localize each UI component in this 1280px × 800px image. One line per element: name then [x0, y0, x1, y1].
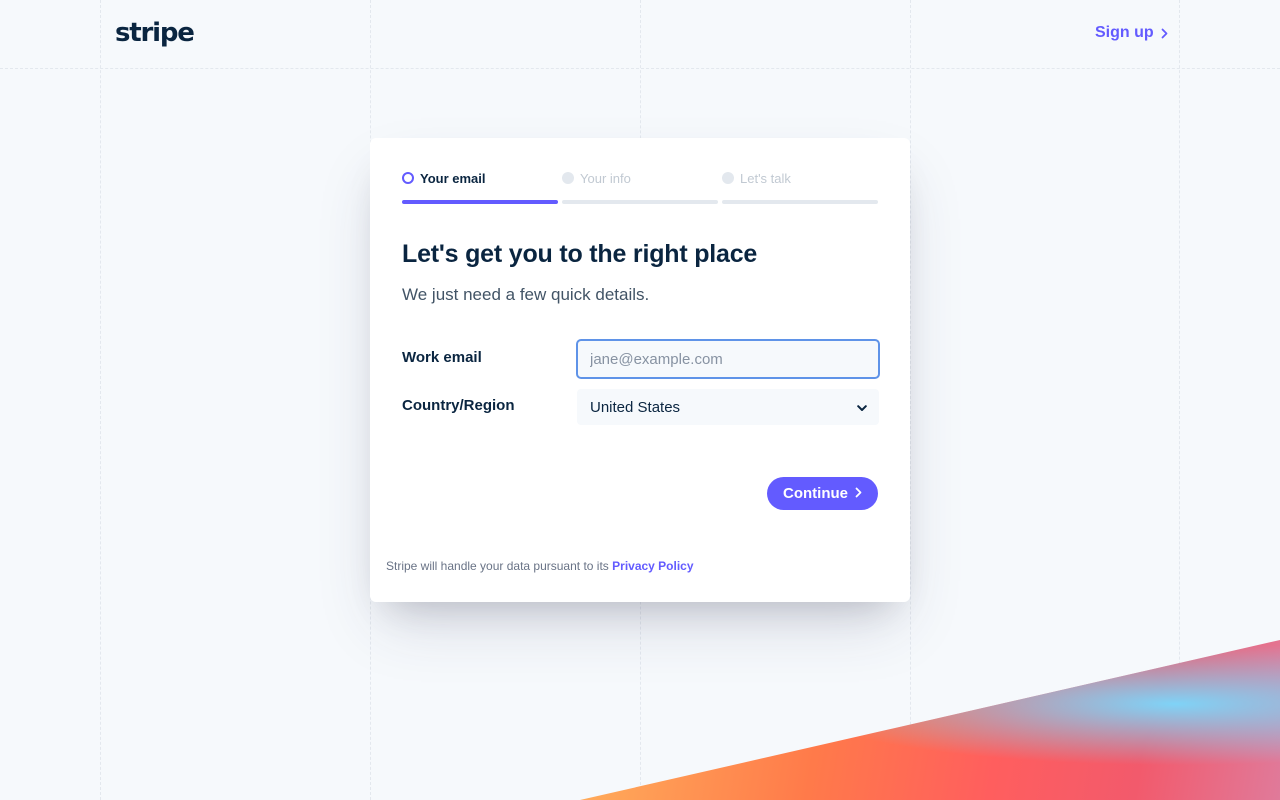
sign-up-label: Sign up: [1095, 24, 1154, 41]
decorative-gradient: [580, 640, 1280, 800]
country-selected-value: United States: [590, 398, 681, 416]
signup-card: Your email Your info Let's talk Let's ge…: [370, 138, 910, 602]
step-progress-bar: [402, 200, 558, 204]
step-label: Let's talk: [740, 170, 791, 186]
step-inactive-icon: [722, 172, 734, 184]
page-subtitle: We just need a few quick details.: [402, 285, 650, 304]
step-lets-talk: Let's talk: [722, 170, 878, 204]
continue-button[interactable]: Continue: [767, 477, 878, 510]
step-progress-bar: [722, 200, 878, 204]
country-region-label: Country/Region: [402, 397, 515, 414]
work-email-label: Work email: [402, 349, 482, 366]
work-email-input[interactable]: [576, 339, 880, 379]
grid-guide: [910, 0, 911, 800]
privacy-notice-text: Stripe will handle your data pursuant to…: [386, 559, 609, 573]
step-active-icon: [402, 172, 414, 184]
progress-steps: Your email Your info Let's talk: [402, 170, 878, 204]
chevron-right-icon: [855, 485, 862, 502]
step-inactive-icon: [562, 172, 574, 184]
chevron-right-icon: [1161, 28, 1168, 39]
header-divider: [0, 68, 1280, 69]
grid-guide: [100, 0, 101, 800]
privacy-notice: Stripe will handle your data pursuant to…: [386, 559, 694, 573]
privacy-policy-link[interactable]: Privacy Policy: [612, 559, 693, 573]
stripe-logo[interactable]: stripe: [115, 18, 195, 48]
step-label: Your email: [420, 170, 486, 186]
country-region-select[interactable]: United States: [577, 389, 879, 425]
sign-up-link[interactable]: Sign up: [1095, 24, 1168, 42]
step-your-info: Your info: [562, 170, 718, 204]
step-progress-bar: [562, 200, 718, 204]
chevron-down-icon: [857, 399, 867, 416]
page-title: Let's get you to the right place: [402, 240, 758, 268]
continue-label: Continue: [783, 485, 848, 502]
step-label: Your info: [580, 170, 631, 186]
step-your-email: Your email: [402, 170, 558, 204]
